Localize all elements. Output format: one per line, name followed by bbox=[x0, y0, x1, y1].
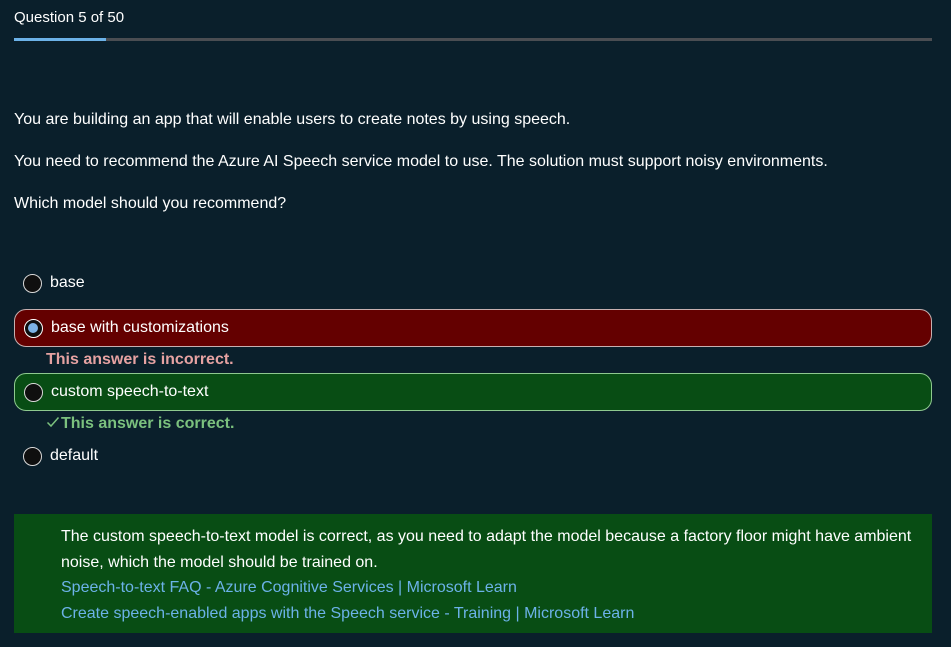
radio-button-selected[interactable] bbox=[24, 318, 43, 338]
question-paragraph: You need to recommend the Azure AI Speec… bbox=[14, 153, 828, 170]
progress-bar-fill bbox=[14, 38, 106, 41]
option-label: base bbox=[50, 274, 85, 291]
question-paragraph: You are building an app that will enable… bbox=[14, 111, 571, 128]
radio-button[interactable] bbox=[23, 273, 42, 293]
option-label: default bbox=[50, 447, 99, 464]
reference-link-speech-training[interactable]: Create speech-enabled apps with the Spee… bbox=[61, 601, 912, 627]
option-custom-speech-to-text[interactable]: custom speech-to-text bbox=[14, 373, 932, 411]
incorrect-feedback: This answer is incorrect. bbox=[46, 351, 234, 368]
explanation-text: The custom speech-to-text model is corre… bbox=[61, 528, 912, 571]
option-default[interactable]: default bbox=[14, 437, 932, 475]
option-base[interactable]: base bbox=[14, 264, 932, 302]
radio-button[interactable] bbox=[24, 382, 43, 402]
radio-button[interactable] bbox=[23, 446, 42, 466]
reference-link-speech-faq[interactable]: Speech-to-text FAQ - Azure Cognitive Ser… bbox=[61, 575, 912, 601]
checkmark-icon bbox=[46, 417, 60, 428]
option-label: base with customizations bbox=[51, 319, 229, 336]
explanation-panel: The custom speech-to-text model is corre… bbox=[14, 514, 932, 633]
question-text: You are building an app that will enable… bbox=[14, 110, 934, 236]
question-counter: Question 5 of 50 bbox=[14, 9, 125, 26]
option-base-with-customizations[interactable]: base with customizations bbox=[14, 309, 932, 347]
question-prompt: Which model should you recommend? bbox=[14, 195, 287, 212]
correct-feedback: This answer is correct. bbox=[46, 415, 234, 433]
progress-bar bbox=[14, 38, 932, 41]
option-label: custom speech-to-text bbox=[51, 383, 209, 400]
correct-feedback-text: This answer is correct. bbox=[61, 415, 235, 432]
